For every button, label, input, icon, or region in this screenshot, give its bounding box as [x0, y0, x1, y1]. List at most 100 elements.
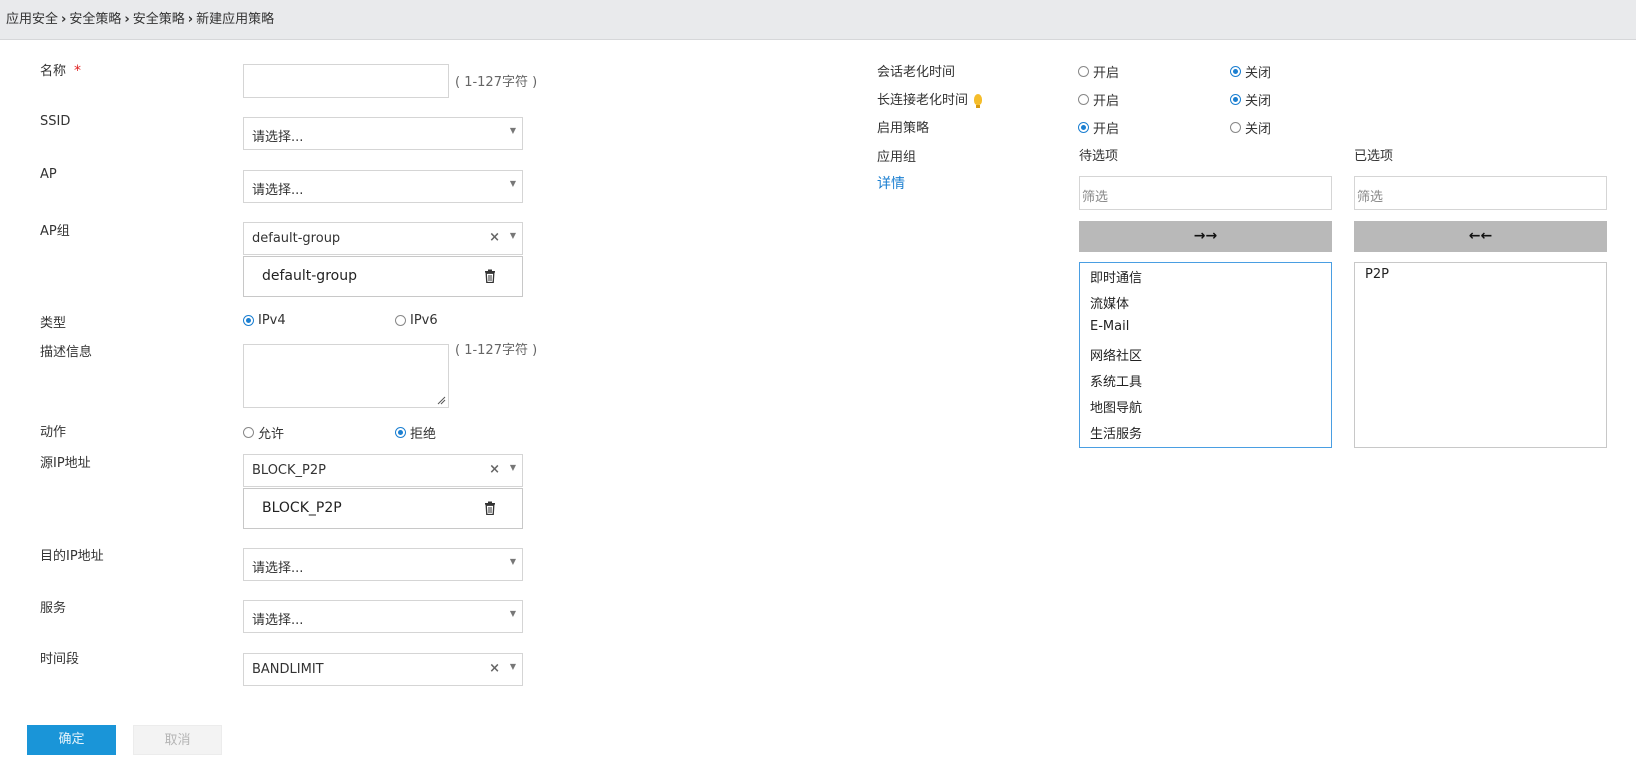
src-ip-select[interactable]: BLOCK_P2P × ▼ — [243, 454, 523, 487]
double-arrow-left-icon: ←← — [1468, 228, 1493, 244]
required-mark: * — [74, 63, 82, 79]
ap-placeholder: 请选择... — [252, 183, 304, 198]
action-allow-radio[interactable]: 允许 — [243, 423, 284, 442]
list-item[interactable]: 地图导航 — [1090, 397, 1142, 416]
chevron-right-icon: › — [61, 12, 67, 27]
time-range-select[interactable]: BANDLIMIT × ▼ — [243, 653, 523, 686]
selected-header: 已选项 — [1354, 149, 1394, 164]
radio-checked-icon — [243, 315, 254, 326]
app-group-label: 应用组 — [877, 150, 917, 165]
detail-link[interactable]: 详情 — [877, 173, 905, 193]
available-filter-placeholder: 筛选 — [1082, 190, 1109, 205]
session-aging-on-label: 开启 — [1093, 66, 1120, 81]
clear-icon[interactable]: × — [489, 462, 500, 477]
list-item[interactable]: 即时通信 — [1090, 267, 1142, 286]
long-conn-aging-off-label: 关闭 — [1245, 94, 1272, 109]
long-conn-aging-on-radio[interactable]: 开启 — [1078, 90, 1119, 109]
available-header: 待选项 — [1079, 149, 1119, 164]
chevron-right-icon: › — [187, 12, 194, 27]
list-item[interactable]: 流媒体 — [1090, 293, 1129, 312]
breadcrumb-item-app-security[interactable]: 应用安全 — [6, 12, 58, 27]
clear-icon[interactable]: × — [489, 230, 500, 245]
ap-select[interactable]: 请选择... ▼ — [243, 170, 523, 203]
type-ipv4-radio[interactable]: IPv4 — [243, 313, 286, 328]
src-ip-value: BLOCK_P2P — [252, 463, 326, 478]
list-item[interactable]: E-Mail — [1090, 319, 1129, 334]
dropdown-arrow-icon: ▼ — [509, 126, 516, 135]
selected-filter-placeholder: 筛选 — [1357, 190, 1384, 205]
enable-policy-on-radio[interactable]: 开启 — [1078, 118, 1119, 137]
session-aging-on-radio[interactable]: 开启 — [1078, 62, 1119, 81]
dst-ip-placeholder: 请选择... — [252, 561, 304, 576]
action-label: 动作 — [40, 425, 67, 440]
long-conn-aging-label: 长连接老化时间 — [877, 89, 983, 108]
ap-group-value: default-group — [252, 231, 341, 246]
ssid-select[interactable]: 请选择... ▼ — [243, 117, 523, 150]
service-select[interactable]: 请选择... ▼ — [243, 600, 523, 633]
clear-icon[interactable]: × — [489, 661, 500, 676]
list-item[interactable]: 网络社区 — [1090, 345, 1142, 364]
action-allow-label: 允许 — [258, 427, 285, 442]
trash-icon[interactable] — [484, 501, 496, 515]
type-ipv6-radio[interactable]: IPv6 — [395, 313, 438, 328]
session-aging-label: 会话老化时间 — [877, 65, 956, 80]
dst-ip-label: 目的IP地址 — [40, 549, 104, 564]
list-item[interactable]: P2P — [1365, 267, 1389, 282]
breadcrumb-bar: 应用安全 › 安全策略 › 安全策略 › 新建应用策略 — [0, 0, 1636, 40]
src-ip-label: 源IP地址 — [40, 456, 91, 471]
service-placeholder: 请选择... — [252, 613, 304, 628]
radio-checked-icon — [1230, 94, 1241, 105]
available-list[interactable]: 即时通信 流媒体 E-Mail 网络社区 系统工具 地图导航 生活服务 — [1079, 262, 1332, 448]
action-deny-radio[interactable]: 拒绝 — [395, 423, 436, 442]
type-label: 类型 — [40, 316, 67, 331]
selected-list[interactable]: P2P — [1354, 262, 1607, 448]
radio-checked-icon — [1078, 122, 1089, 133]
ap-group-selected-box: default-group — [243, 256, 523, 297]
radio-unchecked-icon — [1078, 66, 1089, 77]
long-conn-aging-off-radio[interactable]: 关闭 — [1230, 90, 1271, 109]
long-conn-aging-on-label: 开启 — [1093, 94, 1120, 109]
move-all-left-button[interactable]: ←← — [1354, 221, 1607, 252]
ssid-label: SSID — [40, 114, 71, 129]
name-input[interactable] — [243, 64, 449, 98]
breadcrumb-item-new-app-policy: 新建应用策略 — [196, 12, 275, 27]
description-textarea[interactable] — [243, 344, 449, 408]
resize-handle-icon[interactable] — [437, 396, 446, 405]
available-filter-input[interactable]: 筛选 — [1079, 176, 1332, 210]
radio-checked-icon — [1230, 66, 1241, 77]
ap-label: AP — [40, 167, 57, 182]
radio-unchecked-icon — [1230, 122, 1241, 133]
time-range-label: 时间段 — [40, 652, 80, 667]
list-item[interactable]: 生活服务 — [1090, 423, 1142, 442]
service-label: 服务 — [40, 601, 67, 616]
ap-group-select[interactable]: default-group × ▼ — [243, 222, 523, 255]
list-item[interactable]: 系统工具 — [1090, 371, 1142, 390]
selected-filter-input[interactable]: 筛选 — [1354, 176, 1607, 210]
confirm-button[interactable]: 确定 — [27, 725, 116, 755]
time-range-value: BANDLIMIT — [252, 662, 324, 677]
action-deny-label: 拒绝 — [410, 427, 437, 442]
description-label: 描述信息 — [40, 345, 93, 360]
breadcrumb: 应用安全 › 安全策略 › 安全策略 › 新建应用策略 — [6, 8, 274, 27]
breadcrumb-item-security-policy[interactable]: 安全策略 — [69, 12, 121, 27]
move-all-right-button[interactable]: →→ — [1079, 221, 1332, 252]
session-aging-off-radio[interactable]: 关闭 — [1230, 62, 1271, 81]
enable-policy-label: 启用策略 — [877, 121, 930, 136]
breadcrumb-item-security-policy-list[interactable]: 安全策略 — [133, 12, 185, 27]
ap-group-label: AP组 — [40, 224, 70, 239]
dst-ip-select[interactable]: 请选择... ▼ — [243, 548, 523, 581]
type-ipv4-label: IPv4 — [258, 313, 286, 328]
chevron-right-icon: › — [124, 12, 130, 27]
dropdown-arrow-icon: ▼ — [509, 231, 516, 240]
enable-policy-off-radio[interactable]: 关闭 — [1230, 118, 1271, 137]
cancel-button[interactable]: 取消 — [133, 725, 222, 755]
radio-checked-icon — [395, 427, 406, 438]
trash-icon[interactable] — [484, 269, 496, 283]
radio-unchecked-icon — [395, 315, 406, 326]
src-ip-selected-box: BLOCK_P2P — [243, 488, 523, 529]
ssid-placeholder: 请选择... — [252, 130, 304, 145]
lightbulb-icon[interactable] — [974, 94, 983, 108]
name-length-hint: ( 1-127字符 ) — [455, 75, 538, 90]
type-ipv6-label: IPv6 — [410, 313, 438, 328]
session-aging-off-label: 关闭 — [1245, 66, 1272, 81]
